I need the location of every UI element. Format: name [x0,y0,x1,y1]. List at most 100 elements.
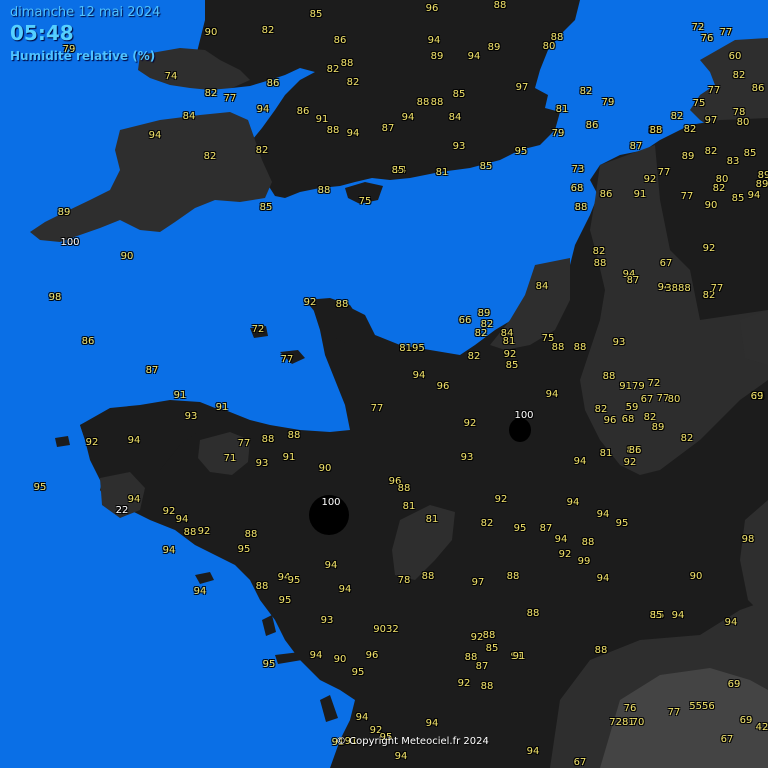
station-value: 85 [259,202,273,213]
station-value: 79 [601,97,615,108]
station-value: 69 [739,715,753,726]
station-value: 86 [266,78,280,89]
station-value: 82 [704,146,718,157]
station-value: 94 [346,128,360,139]
station-value: 80 [542,41,556,52]
station-value: 82 [579,86,593,97]
station-value: 77 [657,167,671,178]
station-value: 94 [394,751,408,762]
station-value: 85 [391,165,405,176]
station-value: 89 [681,151,695,162]
station-value: 88 [244,529,258,540]
station-value: 88 [602,371,616,382]
station-value: 94 [467,51,481,62]
station-value: 60 [728,51,742,62]
station-value: 94 [412,370,426,381]
station-value: 76 [623,703,637,714]
station-value: 93 [184,411,198,422]
station-value: 94 [309,650,323,661]
station-value: 69 [750,391,764,402]
station-value: 77 [707,85,721,96]
station-value: 91 [173,390,187,401]
station-value: 88 [581,537,595,548]
station-value: 95 [514,146,528,157]
station-value: 92 [623,457,637,468]
station-value: 83 [726,156,740,167]
station-value: 82 [732,70,746,81]
station-value: 93 [255,458,269,469]
station-value: 84 [535,281,549,292]
station-value: 88 [261,434,275,445]
station-value: 94 [554,534,568,545]
station-value: 88 [421,571,435,582]
station-value: 69 [727,679,741,690]
station-value: 94 [425,718,439,729]
station-value: 90 [704,200,718,211]
station-value: 90 [689,571,703,582]
station-value: 88 [594,645,608,656]
station-value: 81 [402,501,416,512]
station-value: 82 [261,25,275,36]
station-value: 90 [333,654,347,665]
station-value: 95 [615,518,629,529]
station-value: 94 [338,584,352,595]
station-value: 89 [651,422,665,433]
station-value: 81 [555,104,569,115]
station-value: 8195 [399,343,425,354]
station-value: 97 [515,82,529,93]
station-value: 95 [351,667,365,678]
station-value: 87 [539,523,553,534]
station-value: 88 [397,483,411,494]
station-value: 77 [237,438,251,449]
station-value: 94 [671,610,685,621]
station-value: 86 [751,83,765,94]
station-value: 89 [487,42,501,53]
station-value: 88 [482,630,496,641]
station-value: 82 [467,351,481,362]
station-value: 87 [626,275,640,286]
station-value: 92 [85,437,99,448]
station-value: 89 [430,51,444,62]
station-value: 81 [599,448,613,459]
station-value: 96 [436,381,450,392]
station-value: 95 [513,523,527,534]
station-value: 85 [743,148,757,159]
station-value: 98 [48,292,62,303]
station-value: 82 [594,404,608,415]
copyright-notice: © Copyright Meteociel.fr 2024 [336,736,489,747]
station-value: 86 [296,106,310,117]
station-value: 92 [162,506,176,517]
station-value: 66 [458,315,472,326]
station-value: 94 [162,545,176,556]
station-value: 3888 [665,283,691,294]
map-parameter-title: Humidité relative (%) [10,49,156,63]
station-value: 88 [317,185,331,196]
station-value: 89 [477,308,491,319]
station-value: 91 [512,651,526,662]
station-value: 92 [494,494,508,505]
station-value: 72 [647,378,661,389]
station-value: 77 [370,403,384,414]
station-value: 92 [303,297,317,308]
station-value: 86 [81,336,95,347]
station-value: 85 [309,9,323,20]
station-value: 79 [551,128,565,139]
station-value: 80 [667,394,681,405]
station-value: 85 [485,643,499,654]
station-value: 72 [251,324,265,335]
station-value: 93 [320,615,334,626]
station-value: 42 [755,722,768,733]
station-value: 67 [659,258,673,269]
station-value: 67 [640,394,654,405]
station-value: 77 [719,27,733,38]
station-value: 82 [680,433,694,444]
station-value: 100 [60,237,80,248]
station-value: 94 [573,456,587,467]
station-value: 84 [448,112,462,123]
station-value: 72 [691,22,705,33]
station-value: 94 [127,494,141,505]
station-value: 77 [710,283,724,294]
station-value: 88 [183,527,197,538]
station-value: 93 [612,337,626,348]
station-value: 92 [558,549,572,560]
